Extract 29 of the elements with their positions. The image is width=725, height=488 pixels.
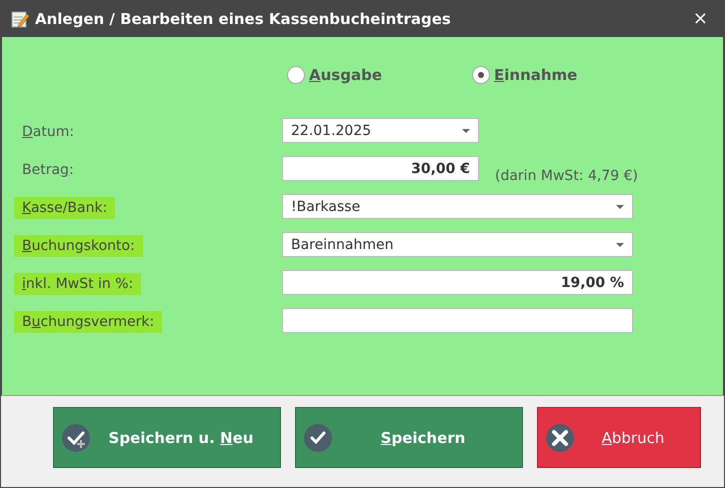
radio-button[interactable] bbox=[287, 66, 305, 84]
dropdown-field[interactable]: Bareinnahmen bbox=[282, 232, 633, 257]
radio-button[interactable] bbox=[472, 66, 490, 84]
field-label: Datum: bbox=[21, 123, 76, 142]
save-button[interactable]: Speichern bbox=[295, 407, 523, 468]
field-label: Betrag: bbox=[21, 161, 75, 180]
field-label: inkl. MwSt in %: bbox=[14, 273, 142, 295]
input-field[interactable]: 30,00 € bbox=[282, 156, 479, 181]
field-label: Buchungsvermerk: bbox=[14, 311, 162, 333]
caret-icon bbox=[462, 128, 470, 132]
radio-label[interactable]: Einnahme bbox=[494, 66, 578, 84]
field-label: Kasse/Bank: bbox=[14, 197, 116, 219]
notepad-pencil-icon bbox=[11, 10, 29, 28]
radio-label[interactable]: Ausgabe bbox=[309, 66, 382, 84]
save-button[interactable]: Speichern u. Neu bbox=[53, 407, 281, 468]
cancel-button[interactable]: Abbruch bbox=[537, 407, 701, 468]
dropdown-field[interactable]: 22.01.2025 bbox=[282, 118, 479, 143]
caret-icon bbox=[616, 242, 624, 246]
input-field[interactable] bbox=[282, 308, 633, 333]
window-title: Anlegen / Bearbeiten eines Kassenbucheintrages bbox=[35, 10, 452, 28]
check-icon bbox=[304, 424, 332, 452]
dropdown-field[interactable]: !Barkasse bbox=[282, 194, 633, 219]
field-label: Buchungskonto: bbox=[14, 235, 143, 257]
cross-icon bbox=[546, 424, 574, 452]
vat-note: (darin MwSt: 4,79 €) bbox=[495, 168, 638, 184]
caret-icon bbox=[616, 204, 624, 208]
input-field[interactable]: 19,00 % bbox=[282, 270, 633, 295]
check-plus-icon bbox=[62, 424, 90, 452]
close-button[interactable]: × bbox=[686, 8, 714, 29]
